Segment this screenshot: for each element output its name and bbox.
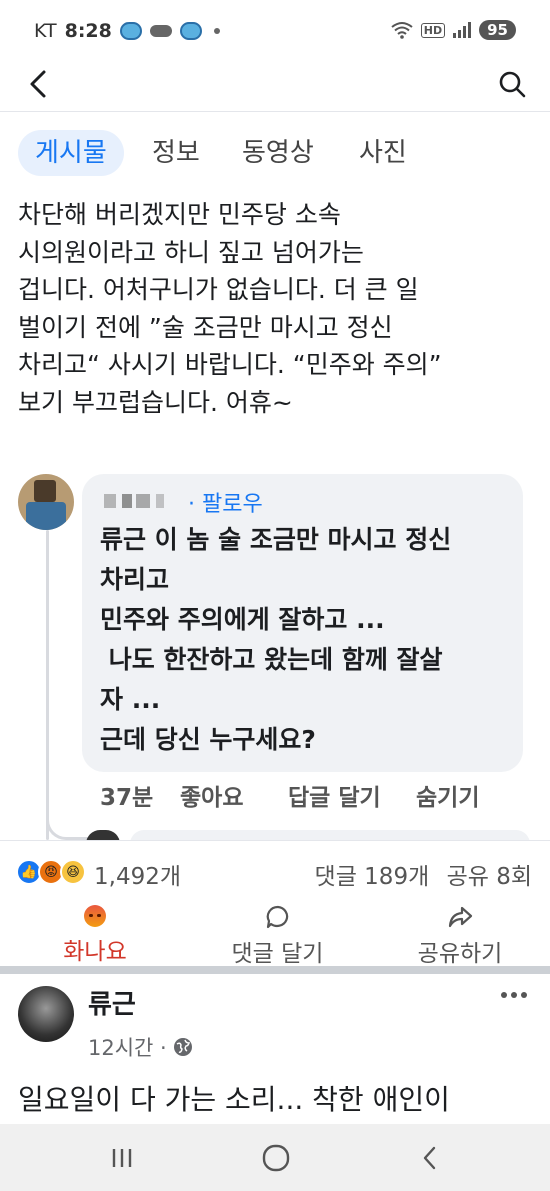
post-body-text-preview: 일요일이 다 가는 소리... 착한 애인이	[18, 1083, 450, 1116]
cloud-icon	[149, 25, 172, 37]
hd-voice-icon: HD	[420, 22, 446, 38]
home-icon	[262, 1144, 290, 1172]
notification-app-icon	[179, 22, 202, 40]
comment-label: 댓글 달기	[231, 941, 324, 967]
system-navigation-bar	[0, 1124, 550, 1191]
tab-videos[interactable]: 동영상	[242, 130, 314, 176]
post-body-text: 차단해 버리겠지만 민주당 소속 시의원이라고 하니 짚고 넘어가는 겁니다. …	[18, 196, 538, 421]
comment-button[interactable]: 댓글 달기	[215, 902, 340, 967]
status-bar: KT 8:28 HD 95	[0, 0, 550, 62]
comment-text-line: 민주와 주의에게 잘하고 ...	[100, 605, 385, 634]
tab-about[interactable]: 정보	[152, 130, 200, 176]
comment-time: 37분	[100, 785, 154, 811]
recent-apps-icon	[112, 1149, 132, 1167]
post-author-name[interactable]: 류근	[88, 984, 136, 1021]
more-dot-icon	[521, 992, 527, 998]
status-right: HD 95	[391, 20, 516, 40]
post-text-line: 벌이기 전에 ”술 조금만 마시고 정신	[18, 312, 393, 342]
comment-text-line: 나도 한잔하고 왔는데 함께 잘살	[100, 645, 443, 674]
tab-posts[interactable]: 게시물	[18, 130, 124, 176]
comment-thread-line	[46, 530, 49, 840]
comment-actions: 37분 좋아요 답글 달기 숨기기	[100, 778, 479, 812]
share-count[interactable]: 공유 8회	[447, 864, 532, 890]
search-button[interactable]	[494, 66, 530, 102]
wifi-icon	[391, 22, 413, 39]
comment-text-line: 근데 당신 누구세요?	[100, 725, 316, 754]
comment-text-line: 차리고	[100, 565, 170, 594]
share-button[interactable]: 공유하기	[400, 902, 520, 967]
comment-count[interactable]: 댓글 189개	[315, 864, 430, 890]
post-text-line: 보기 부끄럽습니다. 어휴~	[18, 387, 293, 417]
clock: 8:28	[64, 20, 112, 42]
post-text-line: 차리고“ 사시기 바랍니다. “민주와 주의”	[18, 350, 442, 379]
post-text-line: 겁니다. 어처구니가 없습니다. 더 큰 일	[18, 275, 419, 304]
search-icon	[499, 71, 526, 98]
post-text-line: 차단해 버리겠지만 민주당 소속	[18, 200, 341, 229]
angry-reaction-button[interactable]: 화나요	[45, 902, 145, 966]
share-arrow-icon	[448, 906, 473, 928]
profile-tabs: 게시물 정보 동영상 사진	[0, 124, 550, 184]
status-left: KT 8:28	[34, 20, 220, 42]
comment-bubble: · 팔로우 류근 이 놈 술 조금만 마시고 정신 차리고 민주와 주의에게 잘…	[82, 474, 523, 772]
comment-text-line: 류근 이 놈 술 조금만 마시고 정신	[100, 525, 452, 554]
commenter-avatar-blurred[interactable]	[18, 474, 74, 530]
more-dot-icon	[501, 992, 507, 998]
tab-photos[interactable]: 사진	[359, 130, 407, 176]
chevron-left-icon	[30, 70, 46, 98]
home-button[interactable]	[256, 1140, 296, 1176]
avatar-blur-block	[34, 480, 56, 502]
top-navigation	[0, 62, 550, 112]
reaction-count[interactable]: 1,492개	[94, 857, 181, 891]
follow-link[interactable]: · 팔로우	[188, 486, 263, 518]
reaction-icons[interactable]: 👍 😡 😆	[16, 859, 88, 885]
comment-bubble-icon	[266, 905, 288, 929]
battery-indicator: 95	[479, 20, 516, 40]
commenter-name-redacted[interactable]	[104, 490, 184, 510]
recent-apps-button[interactable]	[102, 1140, 142, 1176]
comment-text-line: 자 ...	[100, 685, 161, 714]
facebook-page-screen: KT 8:28 HD 95 게시물 정보 동영상 사진 차단해 버리겠지만 민주…	[0, 0, 550, 1191]
post-text-line: 시의원이라고 하니 짚고 넘어가는	[18, 237, 364, 267]
angry-label: 화나요	[63, 939, 127, 965]
post-timestamp: 12시간 ·	[88, 1032, 193, 1062]
comment-text: 류근 이 놈 술 조금만 마시고 정신 차리고 민주와 주의에게 잘하고 ...…	[100, 520, 451, 760]
share-label: 공유하기	[417, 941, 503, 967]
reaction-summary-bar: 👍 😡 😆 1,492개 댓글 189개 공유 8회	[0, 840, 550, 902]
comment-like-button[interactable]: 좋아요	[180, 778, 288, 812]
haha-reaction-icon: 😆	[60, 859, 86, 885]
carrier-label: KT	[34, 20, 57, 42]
more-dot-icon	[511, 992, 517, 998]
post-action-row: 화나요 댓글 달기 공유하기	[0, 902, 550, 967]
author-avatar[interactable]	[18, 986, 74, 1042]
globe-icon	[173, 1038, 192, 1056]
avatar-blur-block	[26, 502, 66, 530]
engagement-stats: 댓글 189개 공유 8회	[315, 857, 532, 891]
back-arrow-icon	[423, 1146, 436, 1170]
notification-app-icon	[119, 22, 142, 40]
comment-hide-button[interactable]: 숨기기	[416, 778, 479, 812]
post-time-text: 12시간 ·	[88, 1036, 167, 1060]
back-button[interactable]	[20, 66, 56, 102]
post-options-button[interactable]	[494, 980, 534, 1010]
angry-face-icon	[84, 905, 106, 927]
signal-icon	[453, 22, 472, 38]
comment-reply-button[interactable]: 답글 달기	[288, 778, 416, 812]
post-divider	[0, 966, 550, 974]
more-notifications-dot-icon	[213, 28, 220, 34]
back-nav-button[interactable]	[410, 1140, 450, 1176]
